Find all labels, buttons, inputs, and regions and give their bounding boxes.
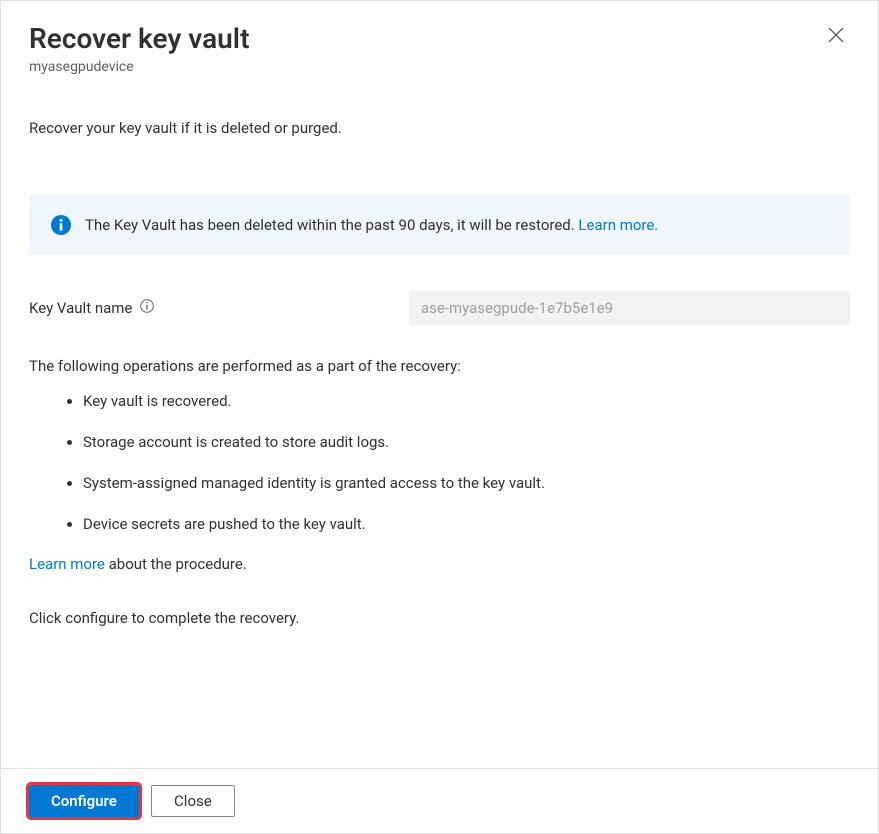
final-instruction: Click configure to complete the recovery… [29, 609, 850, 627]
info-tooltip-icon[interactable] [140, 299, 154, 317]
info-icon [51, 215, 71, 235]
info-banner-message: The Key Vault has been deleted within th… [85, 216, 578, 234]
list-item: Storage account is created to store audi… [83, 432, 850, 453]
configure-button[interactable]: Configure [29, 785, 139, 817]
page-subtitle: myasegpudevice [29, 59, 249, 75]
info-banner-learn-more-link[interactable]: Learn more. [578, 216, 658, 234]
list-item: Device secrets are pushed to the key vau… [83, 514, 850, 535]
list-item: System-assigned managed identity is gran… [83, 473, 850, 494]
list-item: Key vault is recovered. [83, 391, 850, 412]
operations-intro: The following operations are performed a… [29, 357, 850, 375]
key-vault-name-label: Key Vault name [29, 299, 132, 317]
key-vault-name-input [409, 291, 850, 325]
close-button[interactable]: Close [151, 785, 235, 817]
procedure-learn-more-link[interactable]: Learn more [29, 555, 105, 573]
description-text: Recover your key vault if it is deleted … [29, 119, 850, 137]
close-panel-button[interactable] [822, 21, 850, 52]
panel-footer: Configure Close [1, 768, 878, 833]
procedure-rest: about the procedure. [105, 555, 247, 573]
operations-list: Key vault is recovered. Storage account … [29, 391, 850, 535]
info-banner-text: The Key Vault has been deleted within th… [85, 216, 658, 234]
close-icon [828, 27, 844, 46]
info-banner: The Key Vault has been deleted within th… [29, 195, 850, 255]
procedure-text: Learn more about the procedure. [29, 555, 850, 573]
page-title: Recover key vault [29, 21, 249, 57]
